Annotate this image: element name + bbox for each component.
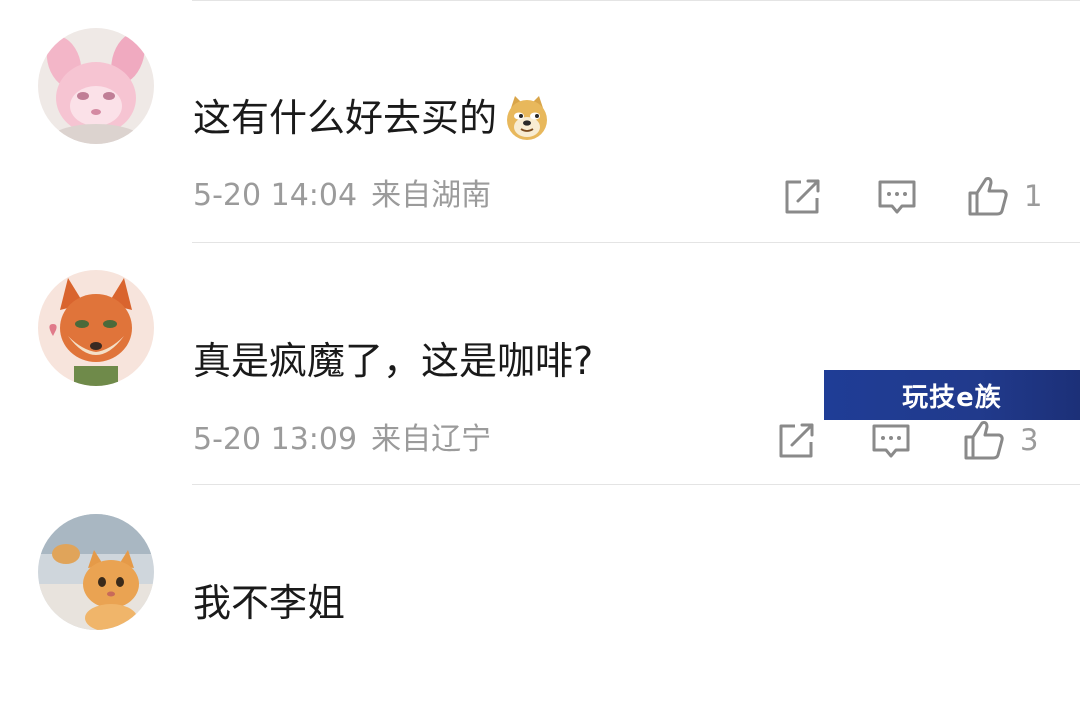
comment-text: 这有什么好去买的	[193, 94, 551, 142]
cat-avatar[interactable]	[38, 514, 154, 630]
like-button[interactable]	[966, 174, 1008, 216]
doge-emoji-icon	[503, 94, 551, 142]
comment-text: 真是疯魔了，这是咖啡?	[193, 338, 593, 384]
comment-icon	[878, 180, 916, 214]
reply-button[interactable]	[870, 420, 912, 462]
thumbs-up-icon	[964, 421, 1004, 460]
comment-meta: 5-20 14:04 来自湖南	[193, 178, 491, 214]
like-count: 1	[1024, 179, 1043, 213]
comment-body: 这有什么好去买的	[193, 96, 498, 140]
watermark-text: 玩技e族	[902, 382, 1002, 413]
comment-body: 我不李姐	[193, 581, 346, 625]
comment-item: 这有什么好去买的 5-20 14:04 来自湖南 1	[0, 0, 1080, 242]
reply-button[interactable]	[876, 176, 918, 218]
share-button[interactable]	[782, 176, 824, 218]
comment-meta: 5-20 13:09 来自辽宁	[193, 422, 491, 458]
pink-bunny-avatar[interactable]	[38, 28, 154, 144]
comment-text: 我不李姐	[193, 580, 345, 626]
comment-icon	[872, 424, 910, 458]
comment-item: 真是疯魔了，这是咖啡? 5-20 13:09 来自辽宁 3	[0, 242, 1080, 484]
like-count: 3	[1020, 423, 1039, 457]
fox-avatar[interactable]	[38, 270, 154, 386]
comment-date: 5-20 13:09	[193, 422, 358, 457]
comment-location: 来自湖南	[371, 178, 492, 213]
like-button[interactable]	[962, 418, 1004, 460]
share-icon	[779, 423, 814, 458]
comment-location: 来自辽宁	[371, 422, 492, 457]
comment-item: 我不李姐	[0, 484, 1080, 726]
comment-body: 真是疯魔了，这是咖啡?	[193, 339, 594, 383]
comment-date: 5-20 14:04	[193, 178, 358, 213]
watermark-badge: 玩技e族	[824, 370, 1080, 420]
share-icon	[785, 179, 820, 214]
share-button[interactable]	[776, 420, 818, 462]
thumbs-up-icon	[968, 177, 1008, 216]
comment-feed: 这有什么好去买的 5-20 14:04 来自湖南 1 真是疯魔了，这是咖啡? 5…	[0, 0, 1080, 638]
